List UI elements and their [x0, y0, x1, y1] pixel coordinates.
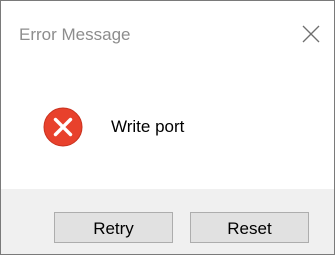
button-bar: Retry Reset: [1, 189, 334, 254]
error-message-text: Write port: [111, 117, 185, 136]
error-dialog: Error Message Write port Retry Reset: [0, 0, 335, 255]
retry-button[interactable]: Retry: [54, 212, 173, 243]
window-title: Error Message: [19, 25, 131, 44]
reset-button[interactable]: Reset: [190, 212, 309, 243]
title-bar: Error Message: [1, 1, 334, 65]
close-icon: [302, 25, 320, 43]
message-area: Write port: [1, 65, 334, 189]
error-icon: [43, 107, 83, 147]
close-button[interactable]: [288, 15, 334, 55]
